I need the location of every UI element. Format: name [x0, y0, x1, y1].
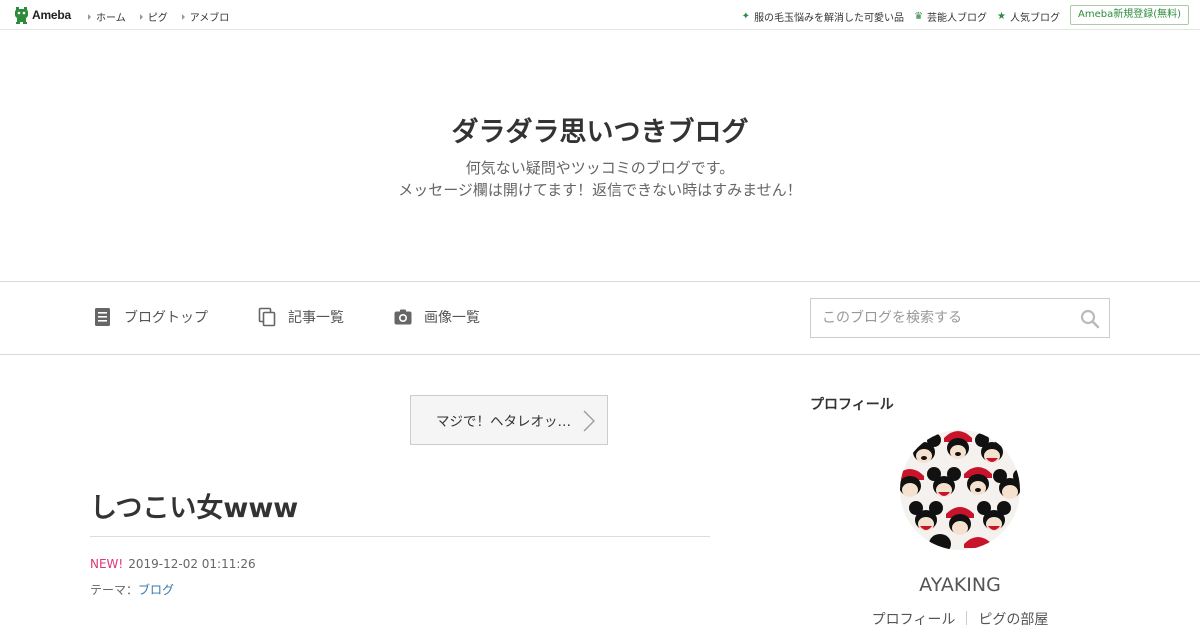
nav-entry-list[interactable]: 記事一覧 [258, 307, 344, 327]
chevron-right-icon [583, 410, 595, 432]
register-button[interactable]: Ameba新規登録(無料) [1069, 5, 1189, 25]
prev-article-button[interactable]: マジで！ヘタレオッ… [410, 395, 608, 445]
profile-name[interactable]: AYAKING [810, 574, 1110, 596]
arrow-right-icon [88, 13, 91, 20]
global-header: Ameba ホーム ピグ アメブロ ✦ 服の毛玉悩みを解消した可愛い品 ♛ 芸能人ブ… [0, 0, 1200, 30]
nav-link-ameblo[interactable]: アメブロ [181, 9, 229, 24]
search-input[interactable] [811, 299, 1061, 337]
nav-blog-top[interactable]: ブログトップ [94, 307, 208, 327]
avatar-image [900, 430, 1020, 550]
nav-image-list[interactable]: 画像一覧 [394, 307, 480, 327]
blog-nav: ブログトップ 記事一覧 画像一覧 [0, 281, 1200, 355]
ameba-logo[interactable]: Ameba [14, 6, 71, 24]
sparkle-icon: ✦ [741, 10, 751, 22]
blog-search [810, 298, 1110, 338]
theme-link[interactable]: ブログ [138, 583, 174, 597]
nav-link-pigg[interactable]: ピグ [139, 9, 168, 24]
pigg-room-link[interactable]: ピグの部屋 [978, 609, 1048, 629]
arrow-right-icon [181, 13, 185, 20]
profile-link[interactable]: プロフィール [872, 609, 956, 629]
description-line: 何気ない疑問やツッコミのブログです。 [465, 159, 735, 177]
crown-icon: ♛ [914, 10, 924, 22]
profile-links: プロフィール ピグの部屋 [810, 609, 1110, 629]
arrow-right-icon [139, 13, 143, 20]
nav-label: 記事一覧 [288, 310, 344, 326]
promo-link-celebrity-blog[interactable]: ♛ 芸能人ブログ [914, 9, 987, 24]
article-datetime: 2019-12-02 01:11:26 [128, 557, 256, 571]
star-icon: ★ [997, 10, 1006, 22]
copy-pages-icon [258, 307, 276, 327]
divider [966, 611, 968, 625]
logo-text: Ameba [32, 8, 72, 22]
nav-link-home[interactable]: ホーム [88, 9, 126, 24]
camera-icon [394, 309, 412, 325]
article-meta: NEW! 2019-12-02 01:11:26 [90, 557, 256, 571]
ameba-mascot-icon [15, 6, 28, 24]
promo-link-popular-blog[interactable]: ★ 人気ブログ [997, 9, 1060, 24]
avatar[interactable] [900, 430, 1020, 550]
nav-label: 画像一覧 [424, 310, 480, 326]
new-badge: NEW! [90, 557, 124, 571]
document-icon [95, 308, 110, 326]
divider [90, 536, 710, 537]
article-theme: テーマ：ブログ [90, 581, 174, 598]
global-nav: ホーム ピグ アメブロ [88, 9, 243, 24]
prev-article-label: マジで！ヘタレオッ… [436, 414, 571, 430]
article-title[interactable]: しつこい女www [90, 486, 298, 525]
search-icon[interactable] [1080, 309, 1100, 329]
promo-link-pill-remover[interactable]: ✦ 服の毛玉悩みを解消した可愛い品 [742, 9, 904, 24]
description-line: メッセージ欄は開けてます！返信できない時はすみません！ [398, 181, 802, 199]
nav-label: ブログトップ [124, 310, 208, 326]
blog-description: 何気ない疑問やツッコミのブログです。 メッセージ欄は開けてます！返信できない時は… [0, 157, 1200, 201]
blog-title[interactable]: ダラダラ思いつきブログ [0, 110, 1200, 149]
theme-label: テーマ： [90, 583, 139, 597]
profile-heading: プロフィール [810, 397, 894, 413]
promo-links: ✦ 服の毛玉悩みを解消した可愛い品 ♛ 芸能人ブログ ★ 人気ブログ [732, 9, 1060, 24]
